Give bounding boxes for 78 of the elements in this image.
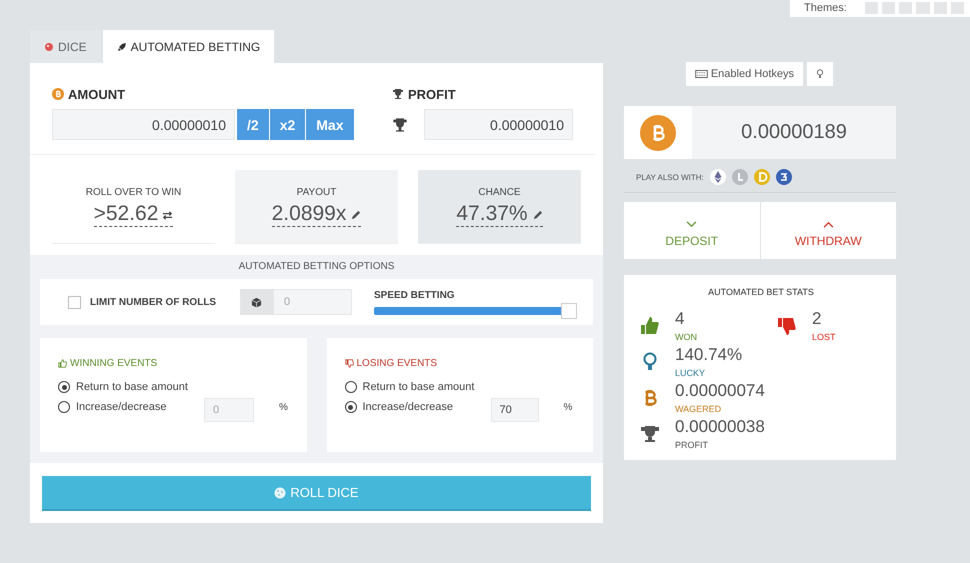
stat-value: 140.74% xyxy=(675,345,742,365)
bitcoin-logo-icon xyxy=(640,114,676,150)
stat-label: LUCKY xyxy=(675,368,706,378)
theme-swatch[interactable] xyxy=(916,2,930,14)
stat-label: PROFIT xyxy=(675,440,709,450)
rocket-icon xyxy=(116,42,127,52)
lightbulb-icon xyxy=(816,69,824,79)
cube-icon xyxy=(251,296,262,308)
options-title: AUTOMATED BETTING OPTIONS xyxy=(238,261,396,272)
choice-label[interactable]: Increase/decrease xyxy=(76,401,204,413)
percent-input[interactable]: 70 xyxy=(490,398,538,422)
events-title: WINNING EVENTS xyxy=(70,358,158,369)
thumbs-up-icon xyxy=(58,359,67,368)
balance-value: 0.00000189 xyxy=(740,121,848,144)
events-title: LOSING EVENTS xyxy=(356,358,438,369)
profit-label: PROFIT xyxy=(408,86,456,102)
stat-value: 4 xyxy=(675,309,686,329)
pencil-icon[interactable] xyxy=(350,210,362,220)
dice-icon xyxy=(44,42,54,52)
parameter-value[interactable]: 2.0899x xyxy=(272,202,346,226)
percent-sign: % xyxy=(564,402,572,412)
chevron-down-icon xyxy=(686,220,698,228)
parameter-label: CHANCE xyxy=(478,186,521,198)
theme-swatch[interactable] xyxy=(934,2,947,14)
radio-button[interactable] xyxy=(58,401,70,413)
thumbs-down-icon xyxy=(344,359,354,368)
radio-button[interactable] xyxy=(344,401,356,413)
dice-icon xyxy=(274,486,286,498)
litecoin-icon[interactable] xyxy=(732,169,748,185)
swap-icon[interactable] xyxy=(162,210,174,220)
radio-button[interactable] xyxy=(344,381,356,393)
radio-button[interactable] xyxy=(58,381,70,393)
limit-rolls-label: LIMIT NUMBER OF ROLLS xyxy=(90,296,216,308)
rolls-input[interactable]: 0 xyxy=(273,289,352,315)
tab[interactable]: DICE xyxy=(30,30,101,63)
stat-label: WON xyxy=(675,332,697,342)
parameter-label: PAYOUT xyxy=(296,186,336,198)
amount-label: AMOUNT xyxy=(68,86,126,102)
trophy-icon xyxy=(640,424,660,444)
theme-swatch[interactable] xyxy=(882,2,896,14)
play-also-label: PLAY ALSO WITH: xyxy=(636,172,704,182)
withdraw-button[interactable]: WITHDRAW xyxy=(760,202,896,259)
trophy-icon xyxy=(392,116,408,132)
amount-input[interactable]: 0.00000010 xyxy=(52,109,235,140)
stat-label: LOST xyxy=(812,332,836,342)
choice-label[interactable]: Return to base amount xyxy=(76,381,204,393)
stat-value: 0.00000038 xyxy=(675,417,765,437)
stat-value: 0.00000074 xyxy=(675,381,765,401)
stat-label: WAGERED xyxy=(675,404,722,414)
theme-swatch[interactable] xyxy=(864,2,878,14)
dogecoin-icon[interactable] xyxy=(754,169,770,185)
keyboard-icon xyxy=(694,70,708,78)
profit-input[interactable]: 0.00000010 xyxy=(424,109,573,140)
parameter-label: ROLL OVER TO WIN xyxy=(86,186,182,198)
percent-sign: % xyxy=(279,402,288,412)
choice-label[interactable]: Return to base amount xyxy=(362,381,490,393)
pencil-icon[interactable] xyxy=(532,210,543,220)
themes-label: Themes: xyxy=(804,2,847,14)
thumbs-up-icon xyxy=(640,316,660,336)
percent-input[interactable]: 0 xyxy=(204,398,254,422)
coin-icon[interactable] xyxy=(776,169,792,185)
thumbs-down-icon xyxy=(777,316,797,336)
stat-value: 2 xyxy=(812,309,822,329)
checkbox[interactable] xyxy=(68,296,81,308)
trophy-icon xyxy=(392,88,404,100)
chevron-up-icon xyxy=(822,220,834,228)
bet-stats-title: AUTOMATED BET STATS xyxy=(707,287,815,297)
parameter-value[interactable]: 47.37% xyxy=(456,202,528,226)
bitcoin-icon xyxy=(52,88,64,100)
theme-swatch[interactable] xyxy=(950,2,964,14)
tab[interactable]: AUTOMATED BETTING xyxy=(102,30,274,63)
speed-label: SPEED BETTING xyxy=(374,290,456,300)
hotkeys-button[interactable]: Enabled Hotkeys xyxy=(686,62,803,86)
ethereum-icon[interactable] xyxy=(710,169,726,185)
tips-button[interactable] xyxy=(807,62,833,86)
theme-swatch[interactable] xyxy=(899,2,912,14)
parameter-value[interactable]: >52.62 xyxy=(94,202,158,226)
choice-label[interactable]: Increase/decrease xyxy=(362,401,490,413)
